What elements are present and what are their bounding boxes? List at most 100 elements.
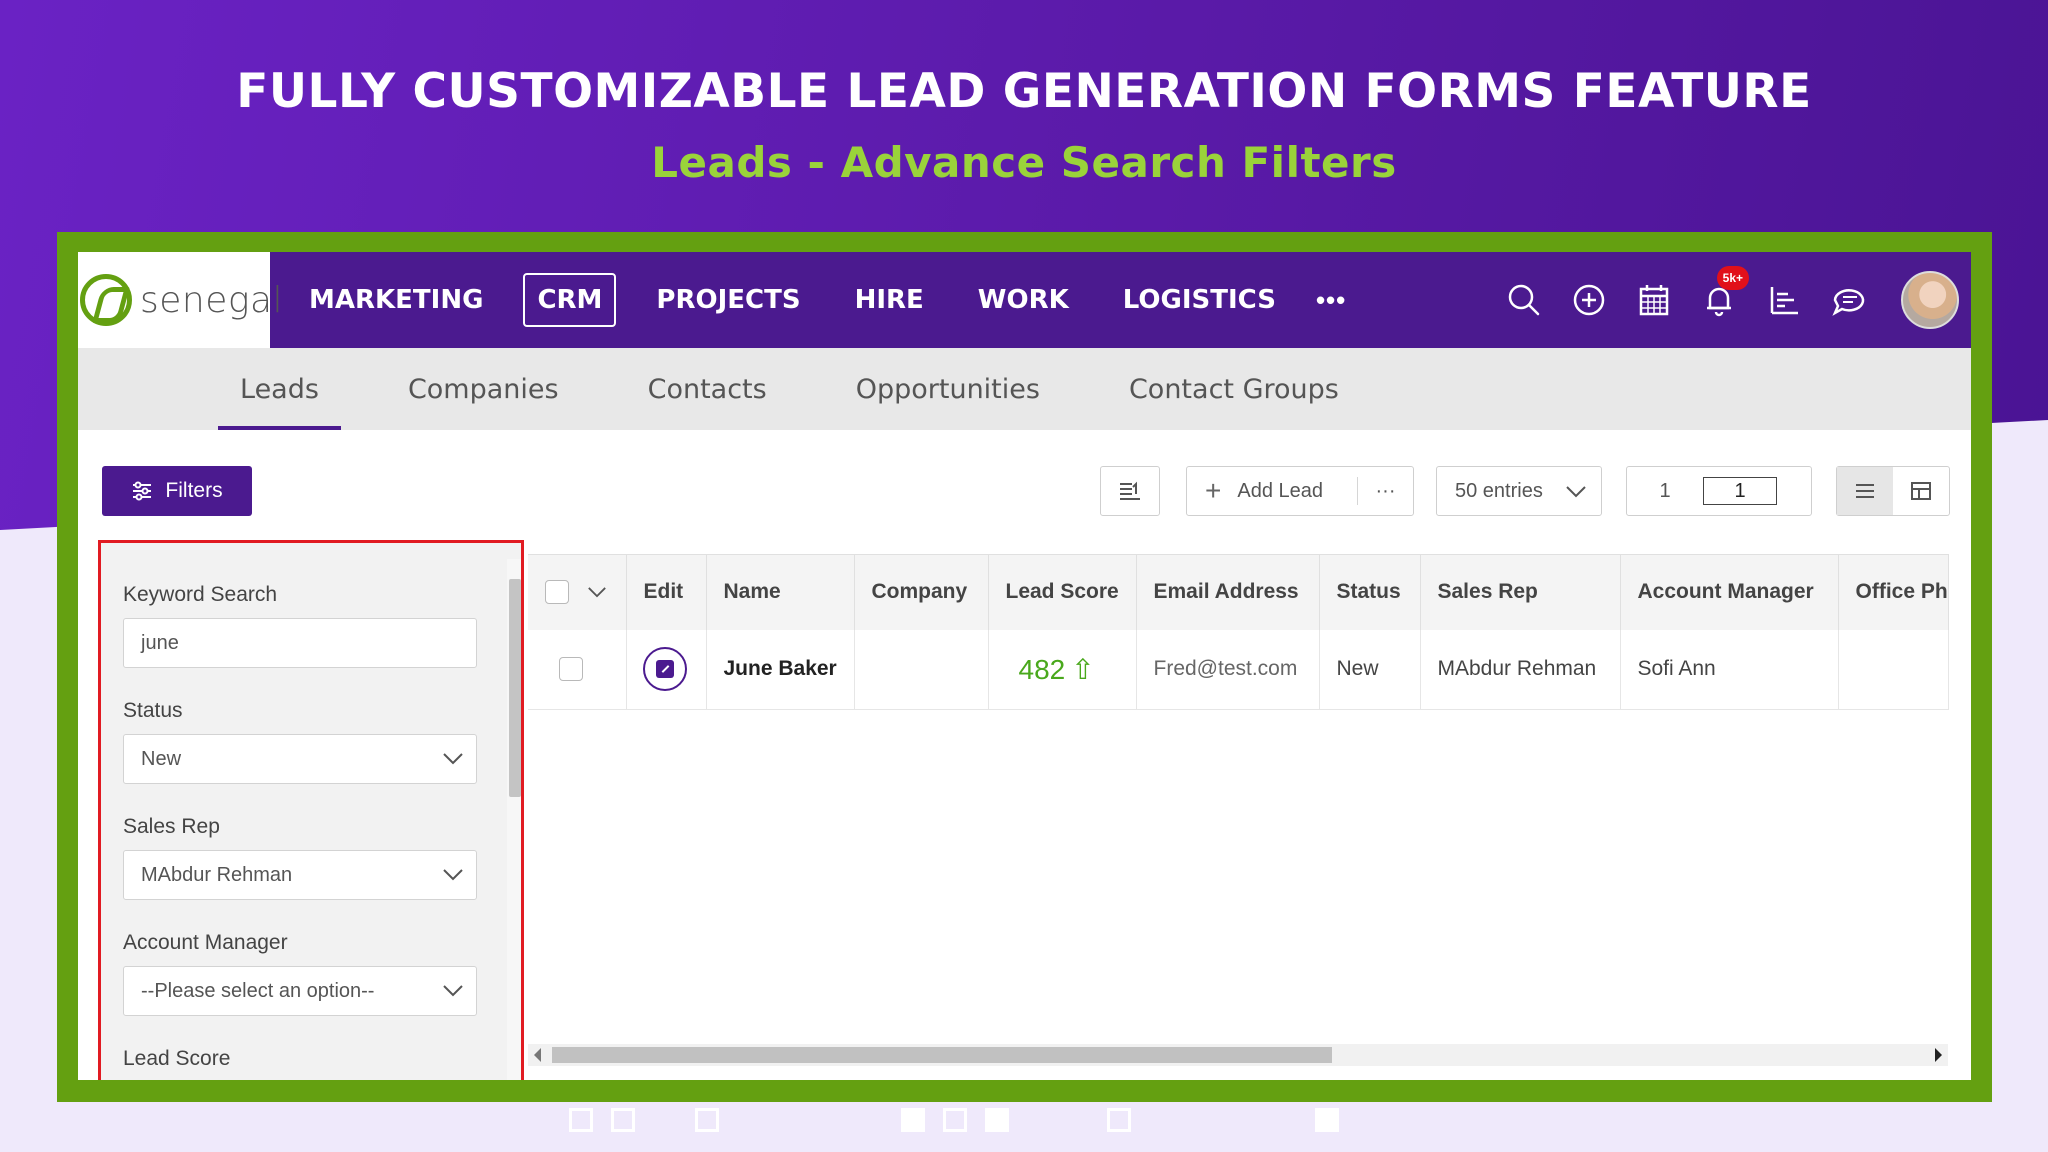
tab-contact-groups[interactable]: Contact Groups	[1129, 348, 1339, 430]
columns-icon	[1120, 481, 1140, 500]
view-toggle	[1836, 466, 1950, 516]
add-lead-button[interactable]: + Add Lead	[1187, 475, 1357, 507]
deco-square	[695, 1108, 719, 1132]
deco-square	[985, 1108, 1009, 1132]
column-settings-button[interactable]	[1100, 466, 1160, 516]
filters-label: Filters	[165, 479, 223, 502]
deco-square	[1315, 1108, 1339, 1132]
hero-subtitle: Leads - Advance Search Filters	[651, 138, 1397, 187]
column-header-email[interactable]: Email Address	[1136, 554, 1320, 630]
chevron-down-icon	[443, 753, 463, 765]
crm-subtabs: Leads Companies Contacts Opportunities C…	[78, 348, 1971, 430]
chevron-down-icon	[443, 869, 463, 881]
tab-companies[interactable]: Companies	[408, 348, 559, 430]
row-select-cell	[528, 629, 627, 710]
column-header-company[interactable]: Company	[854, 554, 989, 630]
decorative-squares	[0, 1108, 2048, 1132]
status-select[interactable]: New	[123, 734, 477, 784]
logo[interactable]: senegal	[78, 252, 283, 348]
deco-square	[943, 1108, 967, 1132]
sales-rep-label: Sales Rep	[123, 815, 220, 838]
arrow-up-icon: ⇧	[1071, 653, 1095, 685]
notification-badge: 5k+	[1716, 266, 1749, 290]
menu-item-crm[interactable]: CRM	[523, 273, 617, 327]
select-all-checkbox[interactable]	[545, 580, 569, 605]
edit-cell	[626, 629, 707, 710]
menu-item-logistics[interactable]: LOGISTICS	[1109, 273, 1290, 327]
tab-leads[interactable]: Leads	[218, 348, 341, 430]
plus-icon: +	[1205, 475, 1222, 506]
select-all-header	[528, 554, 627, 630]
account-manager-label: Account Manager	[123, 931, 288, 954]
table-header-row: Edit Name Company Lead Score Email Addre…	[528, 554, 1949, 630]
column-header-name[interactable]: Name	[706, 554, 855, 630]
search-icon[interactable]	[1504, 280, 1544, 320]
column-header-edit[interactable]: Edit	[626, 554, 707, 630]
add-icon[interactable]	[1569, 280, 1609, 320]
menu-more-button[interactable]: •••	[1316, 285, 1346, 316]
deco-square	[1107, 1108, 1131, 1132]
list-icon	[1856, 484, 1874, 498]
column-header-sales-rep[interactable]: Sales Rep	[1420, 554, 1621, 630]
column-header-account-manager[interactable]: Account Manager	[1620, 554, 1839, 630]
keyword-search-input[interactable]: june	[123, 618, 477, 668]
chevron-down-icon[interactable]	[587, 586, 607, 599]
lead-account-manager: Sofi Ann	[1620, 629, 1839, 710]
deco-square	[901, 1108, 925, 1132]
grid-view-button[interactable]	[1893, 480, 1949, 502]
calendar-icon[interactable]	[1634, 280, 1674, 320]
lead-score-value: 482	[1018, 653, 1066, 685]
account-manager-value: --Please select an option--	[141, 979, 375, 1002]
list-view-button[interactable]	[1837, 467, 1893, 515]
chat-icon[interactable]	[1829, 280, 1869, 320]
row-checkbox[interactable]	[559, 657, 583, 682]
account-manager-select[interactable]: --Please select an option--	[123, 966, 477, 1016]
deco-square	[611, 1108, 635, 1132]
menu-item-hire[interactable]: HIRE	[841, 273, 938, 327]
entries-select[interactable]: 50 entries	[1436, 466, 1602, 516]
sales-rep-select[interactable]: MAbdur Rehman	[123, 850, 477, 900]
chart-icon[interactable]	[1764, 280, 1804, 320]
scroll-left-icon[interactable]	[534, 1048, 541, 1062]
chevron-down-icon	[1566, 486, 1586, 498]
leads-table: Edit Name Company Lead Score Email Addre…	[528, 554, 1949, 1074]
lead-score-cell: 482 ⇧	[988, 629, 1137, 710]
more-options-button[interactable]: ···	[1358, 480, 1413, 503]
grid-icon	[1911, 482, 1931, 500]
add-lead-group: + Add Lead ···	[1186, 466, 1414, 516]
scroll-right-icon[interactable]	[1935, 1048, 1942, 1062]
lead-status: New	[1319, 629, 1421, 710]
column-header-lead-score[interactable]: Lead Score	[988, 554, 1137, 630]
lead-name[interactable]: June Baker	[706, 629, 855, 710]
add-lead-label: Add Lead	[1237, 479, 1323, 502]
hero-title: FULLY CUSTOMIZABLE LEAD GENERATION FORMS…	[236, 64, 1812, 119]
tab-contacts[interactable]: Contacts	[648, 348, 767, 430]
user-avatar[interactable]	[1901, 271, 1959, 329]
status-label: Status	[123, 699, 183, 722]
table-scroll-thumb[interactable]	[552, 1047, 1332, 1063]
filters-button[interactable]: Filters	[102, 466, 252, 516]
column-header-status[interactable]: Status	[1319, 554, 1421, 630]
menu-item-projects[interactable]: PROJECTS	[642, 273, 814, 327]
column-header-office-phone[interactable]: Office Ph	[1838, 554, 1949, 630]
lead-score-label: Lead Score	[123, 1047, 231, 1070]
lead-office-phone	[1838, 629, 1949, 710]
table-horizontal-scrollbar[interactable]	[528, 1044, 1948, 1066]
pagination: 1 1	[1626, 466, 1812, 516]
edit-button[interactable]	[642, 647, 687, 692]
sliders-icon	[133, 481, 152, 501]
sales-rep-value: MAbdur Rehman	[141, 863, 293, 886]
main-menu: MARKETING CRM PROJECTS HIRE WORK LOGISTI…	[295, 273, 1346, 327]
logo-text: senegal	[140, 279, 284, 321]
table-row[interactable]: June Baker 482 ⇧ Fred@test.com New MAbdu…	[528, 629, 1949, 710]
menu-item-work[interactable]: WORK	[964, 273, 1083, 327]
tab-opportunities[interactable]: Opportunities	[856, 348, 1040, 430]
logo-icon	[80, 274, 132, 326]
advanced-filter-panel: Keyword Search june Status New Sales Rep…	[98, 540, 524, 1080]
bell-icon[interactable]: 5k+	[1699, 266, 1749, 320]
lead-email[interactable]: Fred@test.com	[1136, 629, 1320, 710]
menu-item-marketing[interactable]: MARKETING	[295, 273, 497, 327]
page-input[interactable]: 1	[1703, 477, 1777, 505]
app-window: senegal MARKETING CRM PROJECTS HIRE WORK…	[78, 252, 1971, 1080]
filter-panel-scroll-thumb[interactable]	[509, 579, 521, 797]
